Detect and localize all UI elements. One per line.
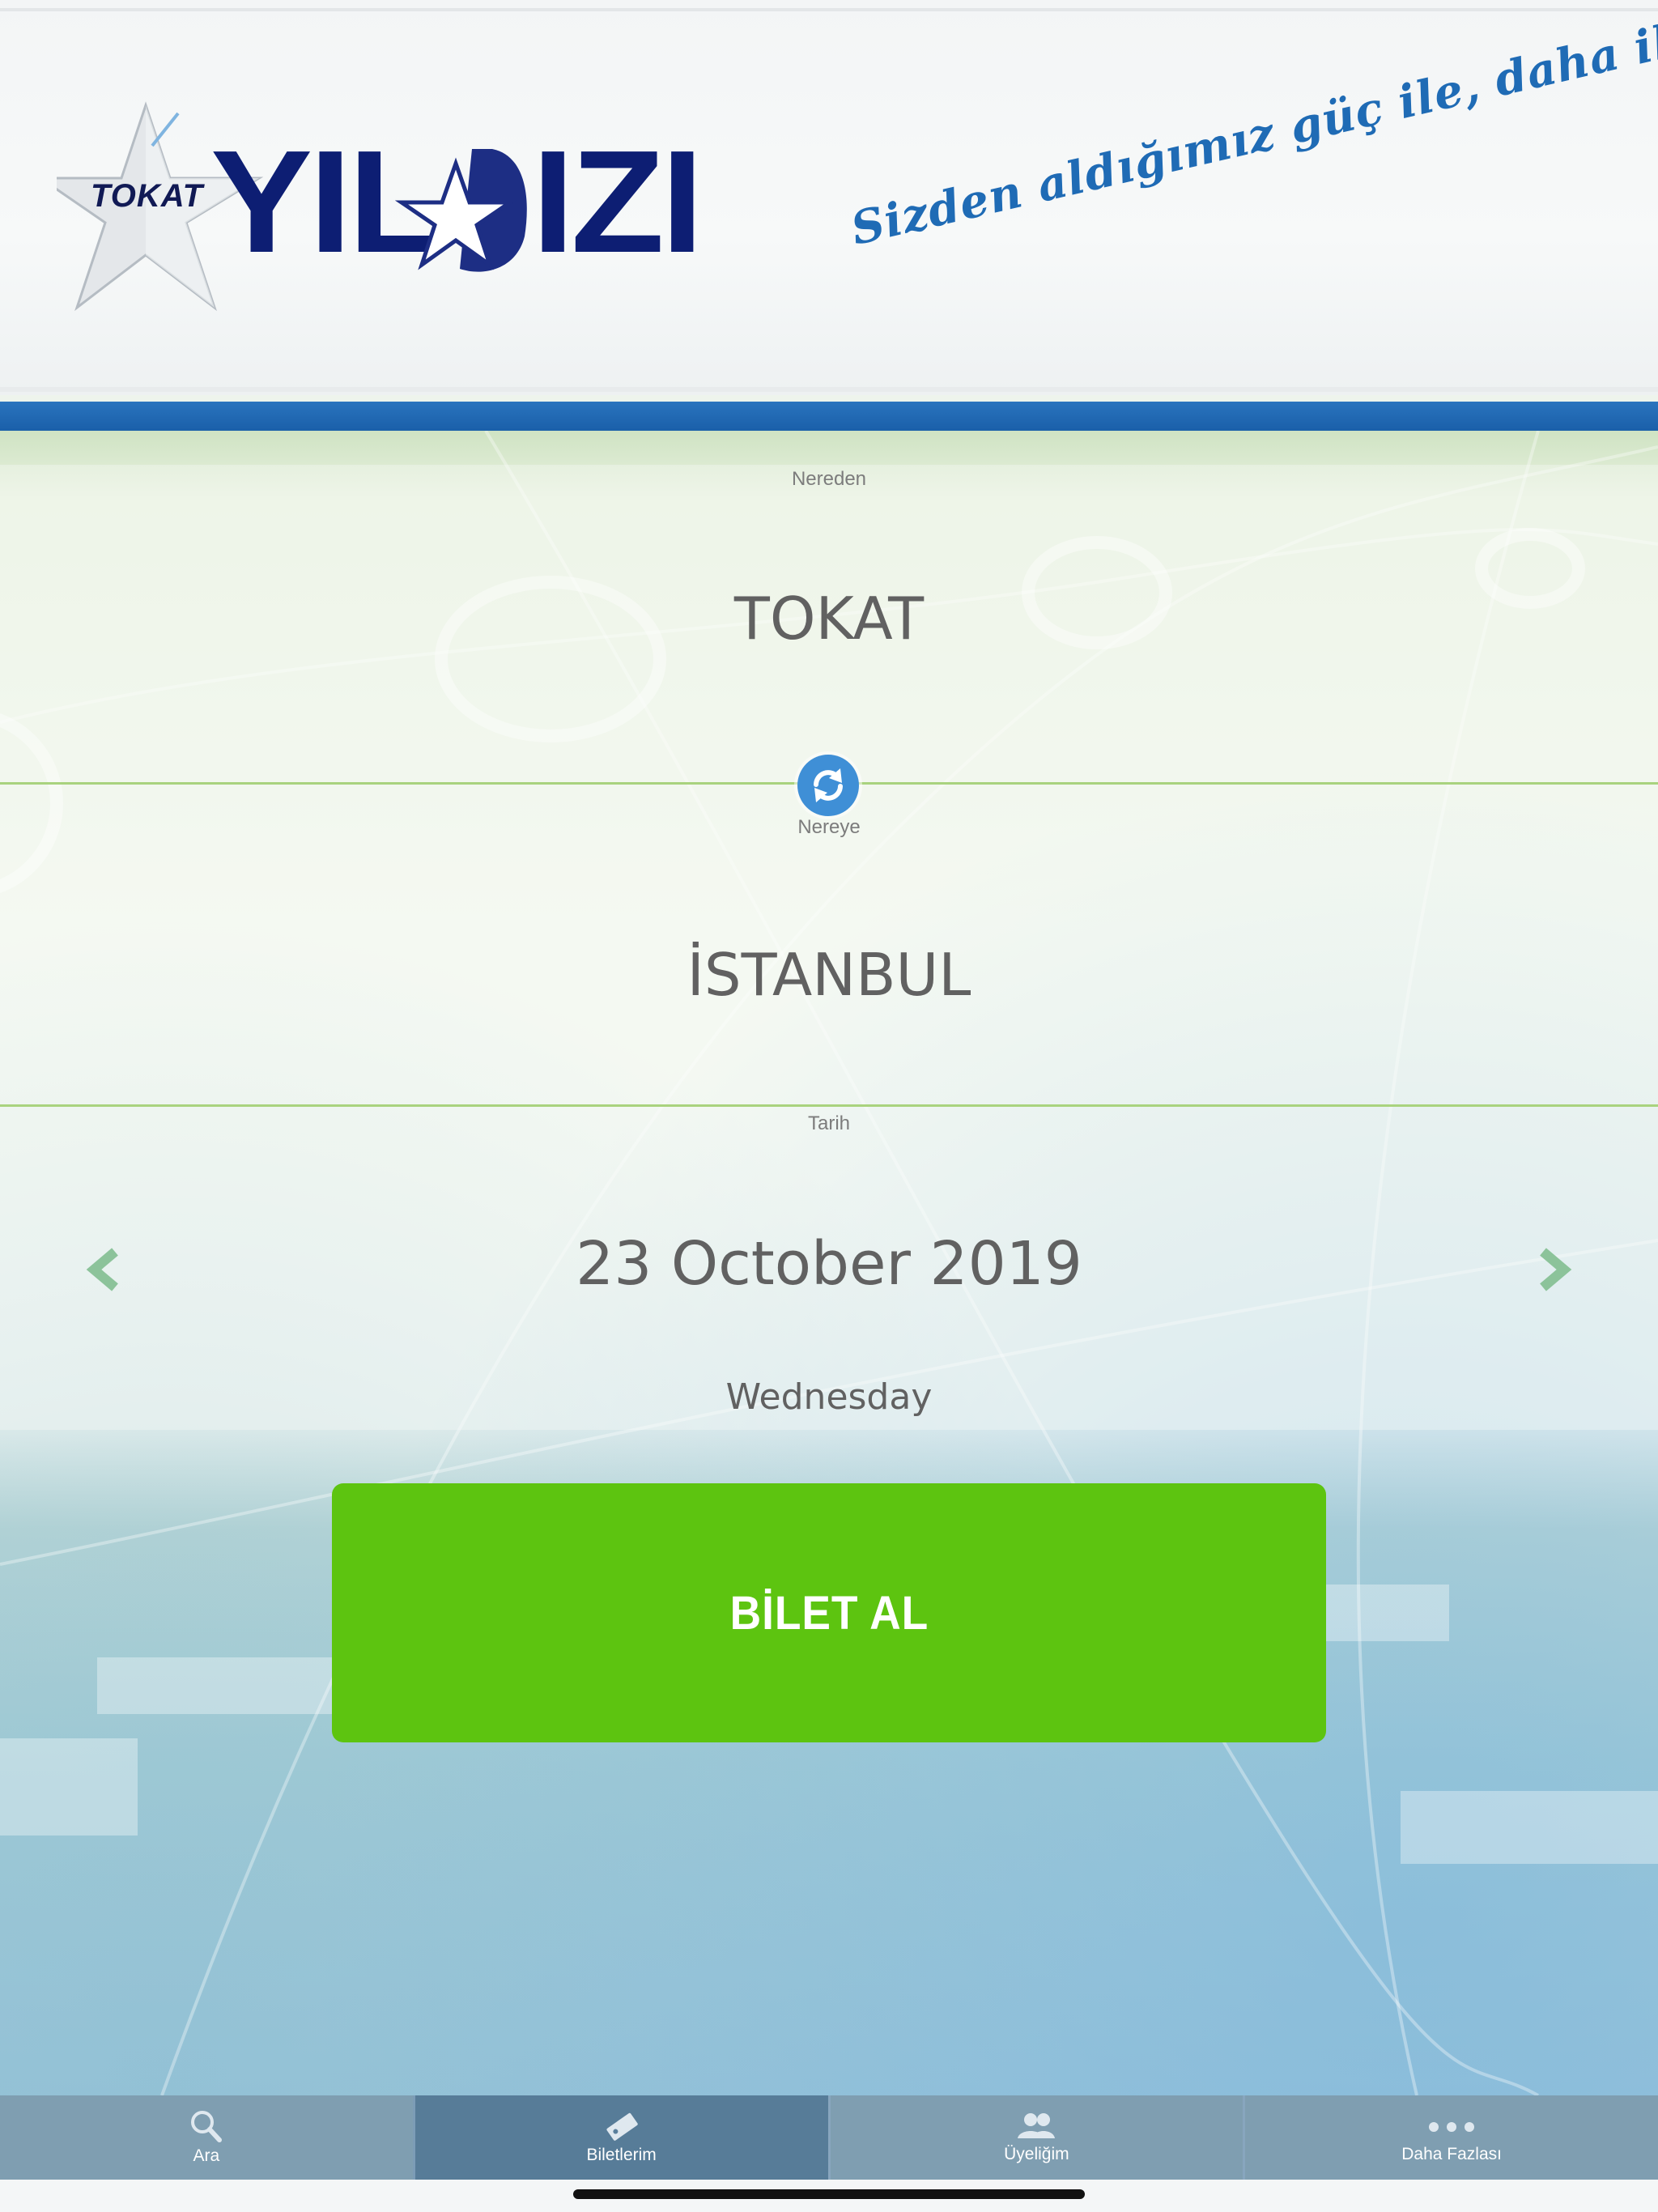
bottom-tab-bar: Ara Biletlerim Üyeliğim Daha Fazlası bbox=[0, 2095, 1658, 2180]
chevron-right-icon bbox=[1540, 1248, 1572, 1291]
swap-icon bbox=[814, 768, 843, 802]
search-icon bbox=[190, 2111, 222, 2142]
tab-daha-fazlasi-label: Daha Fazlası bbox=[1401, 2145, 1502, 2163]
buy-ticket-button[interactable]: BİLET AL bbox=[332, 1483, 1326, 1742]
app-header: TOKAT YIL IZI Sizden aldığımız güç ile, d… bbox=[0, 0, 1658, 395]
main-content: Nereden TOKAT Nereye İSTANBUL Tarih 23 O… bbox=[0, 431, 1658, 2095]
buy-ticket-label: BİLET AL bbox=[729, 1586, 929, 1640]
from-label: Nereden bbox=[791, 468, 867, 490]
date-label: Tarih bbox=[807, 1112, 851, 1134]
company-logo: TOKAT YIL IZI bbox=[57, 97, 737, 324]
header-slogan: Sizden aldığımız güç ile, daha ileriye..… bbox=[846, 0, 1658, 256]
tab-daha-fazlasi[interactable]: Daha Fazlası bbox=[1243, 2095, 1658, 2180]
next-date-button[interactable] bbox=[1530, 1245, 1579, 1294]
logo-tokat-text: TOKAT bbox=[91, 178, 204, 214]
to-label: Nereye bbox=[797, 816, 861, 838]
ticket-icon bbox=[606, 2112, 638, 2141]
header-bottom-line bbox=[0, 387, 1658, 392]
to-divider bbox=[0, 1104, 1658, 1107]
from-city-field[interactable]: TOKAT bbox=[0, 585, 1658, 653]
tab-ara[interactable]: Ara bbox=[0, 2095, 413, 2180]
weekday-text: Wednesday bbox=[725, 1376, 933, 1418]
tab-ara-label: Ara bbox=[193, 2146, 220, 2165]
header-blue-bar bbox=[0, 402, 1658, 431]
to-city-field[interactable]: İSTANBUL bbox=[0, 941, 1658, 1009]
tab-uyeligim-label: Üyeliğim bbox=[1004, 2145, 1069, 2163]
tab-uyeligim[interactable]: Üyeliğim bbox=[827, 2095, 1244, 2180]
date-field[interactable]: 23 October 2019 bbox=[0, 1229, 1658, 1299]
swap-button[interactable] bbox=[797, 755, 859, 816]
home-indicator[interactable] bbox=[573, 2189, 1085, 2199]
tab-biletlerim-label: Biletlerim bbox=[586, 2146, 657, 2164]
tab-biletlerim[interactable]: Biletlerim bbox=[412, 2095, 828, 2180]
more-icon bbox=[1429, 2122, 1475, 2132]
logo-brand-right: IZI bbox=[531, 121, 704, 283]
header-top-line bbox=[0, 8, 1658, 11]
users-icon bbox=[1018, 2113, 1056, 2138]
logo-inner-star-icon bbox=[395, 149, 527, 272]
